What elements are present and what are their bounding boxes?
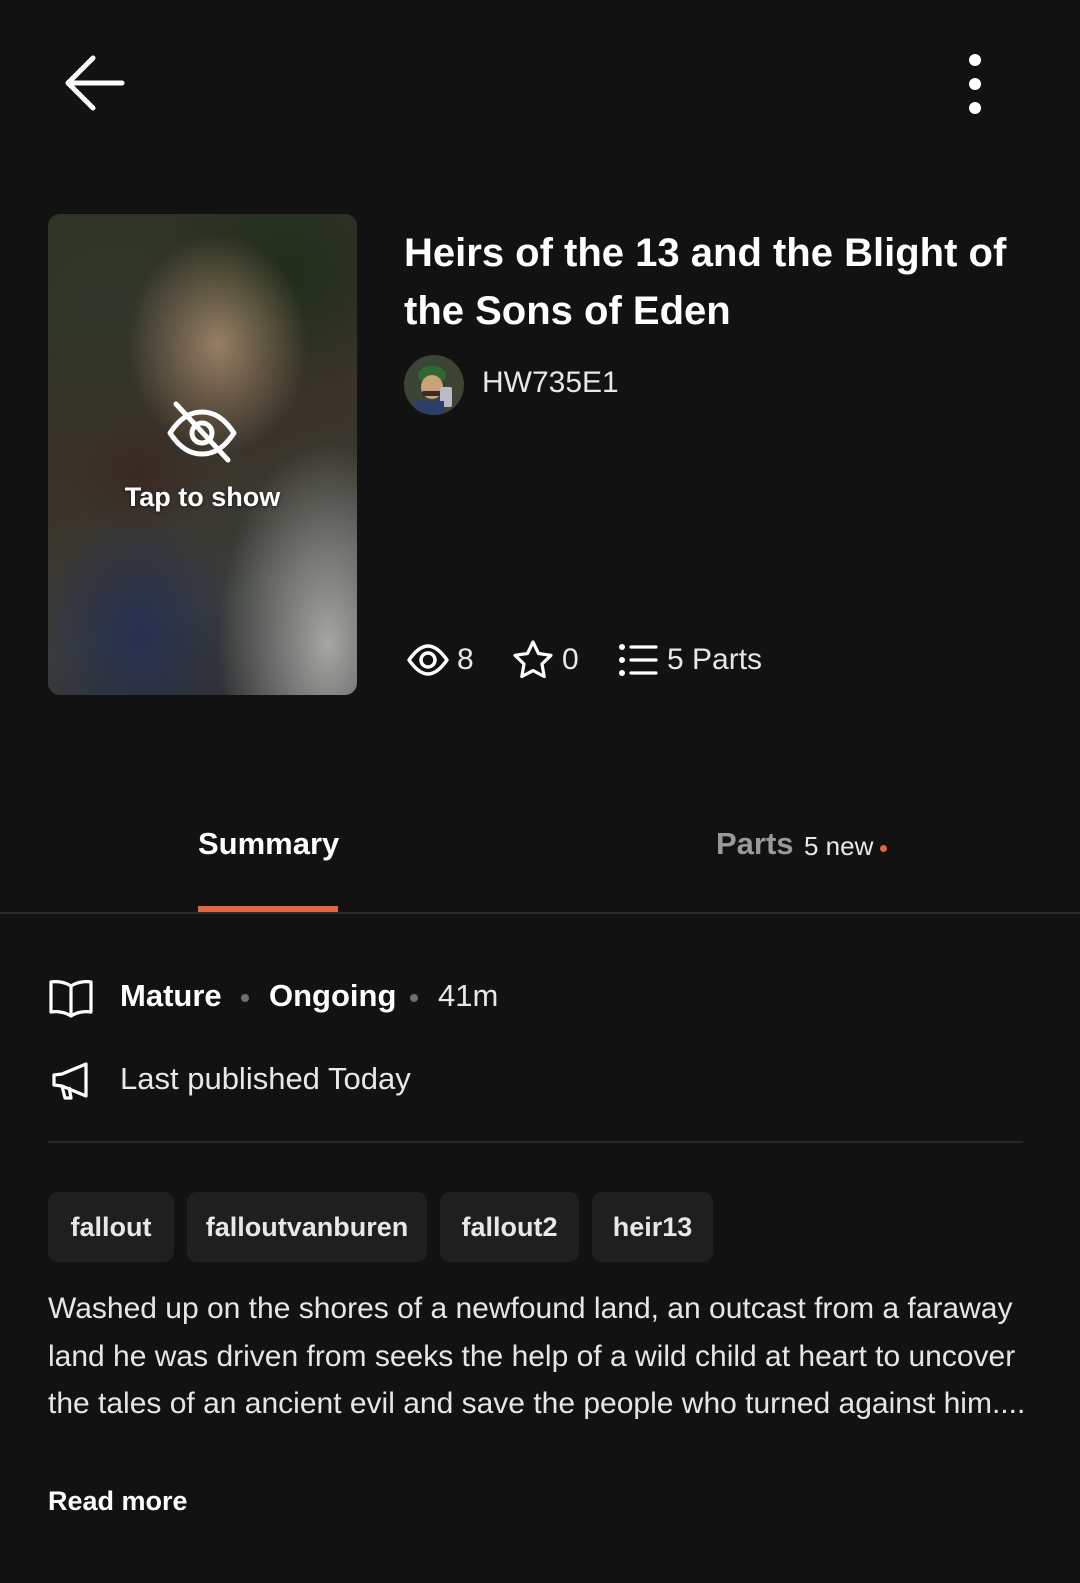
parts-new-badge: 5 new <box>804 831 874 861</box>
megaphone-icon <box>50 1060 92 1107</box>
star-icon <box>510 638 556 687</box>
avatar[interactable] <box>404 355 464 415</box>
tab-parts[interactable]: Parts <box>716 826 794 862</box>
divider <box>48 1141 1023 1143</box>
list-icon <box>618 642 658 683</box>
arrow-left-icon <box>65 55 125 111</box>
last-published: Last published Today <box>120 1061 411 1096</box>
eye-off-icon <box>166 400 238 466</box>
separator-dot <box>241 994 249 1002</box>
mature-label: Mature <box>120 978 222 1013</box>
tag-chip[interactable]: fallout2 <box>440 1192 579 1262</box>
tab-divider <box>0 912 1080 914</box>
tap-to-show-label: Tap to show <box>124 482 281 512</box>
book-icon <box>48 978 94 1023</box>
story-title: Heirs of the 13 and the Blight of the So… <box>404 231 1007 333</box>
story-description: Washed up on the shores of a newfound la… <box>48 1292 1026 1420</box>
more-options-button[interactable] <box>955 48 995 120</box>
story-cover[interactable]: Tap to show <box>48 214 357 695</box>
author-name[interactable]: HW735E1 <box>482 366 619 400</box>
reads-count: 8 <box>457 643 474 676</box>
parts-count[interactable]: 5 Parts <box>667 643 762 677</box>
new-indicator-dot <box>880 845 887 852</box>
read-more-link[interactable]: Read more <box>48 1486 188 1517</box>
separator-dot <box>410 994 418 1002</box>
votes-count: 0 <box>562 643 579 676</box>
tag-chip[interactable]: fallout <box>48 1192 174 1262</box>
tab-summary[interactable]: Summary <box>198 826 339 862</box>
back-button[interactable] <box>60 50 132 116</box>
tag-chip[interactable]: heir13 <box>592 1192 713 1262</box>
eye-icon <box>406 640 450 685</box>
reading-time: 41m <box>438 978 499 1013</box>
more-vertical-icon <box>969 54 981 114</box>
status-label: Ongoing <box>269 978 397 1013</box>
tag-chip[interactable]: falloutvanburen <box>187 1192 427 1262</box>
